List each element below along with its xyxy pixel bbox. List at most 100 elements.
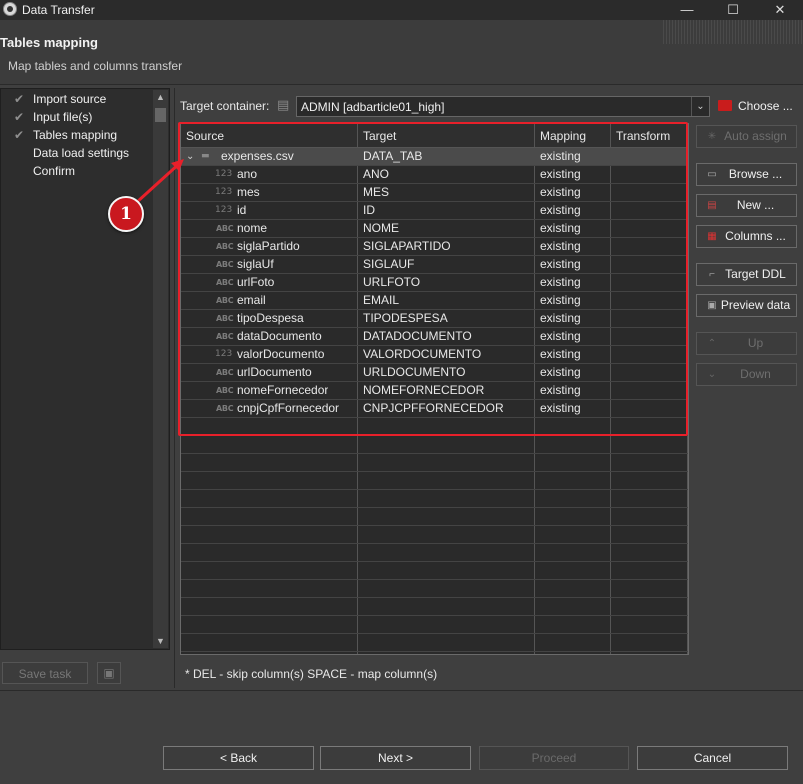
table-row[interactable]: 123 id ID existing — [181, 202, 688, 220]
target-cell: URLFOTO — [363, 275, 421, 289]
target-ddl-button[interactable]: ⌐ Target DDL — [696, 263, 797, 286]
table-icon: ▬ — [201, 151, 210, 161]
mapping-table[interactable]: Source Target Mapping Transform ⌄ ▬ expe… — [180, 123, 689, 655]
table-row[interactable]: ABC siglaPartido SIGLAPARTIDO existing — [181, 238, 688, 256]
source-cell: dataDocumento — [237, 329, 322, 343]
table-row[interactable]: ABC tipoDespesa TIPODESPESA existing — [181, 310, 688, 328]
mapping-cell: existing — [540, 311, 581, 325]
target-cell: ANO — [363, 167, 390, 181]
wizard-header: Tables mapping Map tables and columns tr… — [0, 20, 803, 85]
target-cell: CNPJCPFFORNECEDOR — [363, 401, 504, 415]
table-row[interactable]: ABC email EMAIL existing — [181, 292, 688, 310]
mapping-cell: existing — [540, 365, 581, 379]
table-row[interactable]: 123 mes MES existing — [181, 184, 688, 202]
source-cell: id — [237, 203, 247, 217]
column-header-target[interactable]: Target — [358, 124, 535, 148]
target-container-select[interactable]: ADMIN [adbarticle01_high] ⌄ — [296, 96, 710, 117]
table-row[interactable]: ABC nome NOME existing — [181, 220, 688, 238]
choose-label: Choose ... — [738, 99, 793, 113]
back-label: < Back — [219, 751, 258, 765]
mapping-cell: existing — [540, 329, 581, 343]
mapping-cell: existing — [540, 293, 581, 307]
table-row[interactable]: ABC siglaUf SIGLAUF existing — [181, 256, 688, 274]
table-row[interactable]: ABC cnpjCpfFornecedor CNPJCPFFORNECEDOR exi… — [181, 400, 688, 418]
cancel-label: Cancel — [693, 751, 732, 765]
save-task-button[interactable]: Save task — [2, 662, 88, 684]
mapping-cell: existing — [540, 239, 581, 253]
columns-button[interactable]: ▦ Columns ... — [696, 225, 797, 248]
column-header-transform[interactable]: Transform — [611, 124, 688, 148]
nav-item-label: Confirm — [33, 164, 76, 178]
cancel-button[interactable]: Cancel — [637, 746, 788, 770]
scroll-down-icon[interactable]: ▼ — [153, 634, 168, 648]
empty-row — [181, 526, 688, 544]
table-row[interactable]: ABC urlFoto URLFOTO existing — [181, 274, 688, 292]
nav-item-label: Tables mapping — [33, 128, 118, 142]
table-row[interactable]: 123 valorDocumento VALORDOCUMENTO existing — [181, 346, 688, 364]
empty-row — [181, 580, 688, 598]
database-icon: ▤ — [277, 97, 290, 112]
target-container-label: Target container: — [180, 99, 270, 113]
table-row-parent[interactable]: ⌄ ▬ expenses.csv DATA_TAB existing — [181, 148, 688, 166]
target-cell: URLDOCUMENTO — [363, 365, 466, 379]
text-type-icon: ABC — [216, 224, 234, 233]
target-cell: SIGLAUF — [363, 257, 415, 271]
browse-button[interactable]: ▭ Browse ... — [696, 163, 797, 186]
scroll-up-icon[interactable]: ▲ — [153, 90, 168, 104]
button-label: New ... — [736, 198, 775, 212]
up-button[interactable]: ⌃ Up — [696, 332, 797, 355]
new-button[interactable]: ▤ New ... — [696, 194, 797, 217]
target-cell: NOMEFORNECEDOR — [363, 383, 485, 397]
mapping-cell: existing — [540, 383, 581, 397]
button-label: Auto assign — [724, 129, 787, 143]
back-button[interactable]: < Back — [163, 746, 314, 770]
mapping-cell: existing — [540, 203, 581, 217]
page-title: Tables mapping — [0, 35, 98, 50]
target-cell: EMAIL — [363, 293, 400, 307]
numeric-type-icon: 123 — [215, 205, 233, 215]
proceed-button[interactable]: Proceed — [479, 746, 629, 770]
empty-row — [181, 436, 688, 454]
text-type-icon: ABC — [216, 332, 234, 341]
minimize-button[interactable]: — — [664, 0, 710, 20]
button-label: Columns ... — [725, 229, 786, 243]
next-button[interactable]: Next > — [320, 746, 471, 770]
empty-row — [181, 490, 688, 508]
empty-row — [181, 598, 688, 616]
table-row[interactable]: ABC nomeFornecedor NOMEFORNECEDOR existing — [181, 382, 688, 400]
folder-icon — [718, 100, 732, 111]
mapping-cell: existing — [540, 185, 581, 199]
maximize-button[interactable]: ☐ — [710, 0, 756, 20]
column-header-source[interactable]: Source — [181, 124, 358, 148]
source-cell: valorDocumento — [237, 347, 325, 361]
mapping-cell: existing — [540, 275, 581, 289]
scroll-thumb[interactable] — [155, 108, 166, 122]
table-row[interactable]: ABC urlDocumento URLDOCUMENTO existing — [181, 364, 688, 382]
close-button[interactable]: ✕ — [757, 0, 803, 20]
collapse-chevron-icon[interactable]: ⌄ — [186, 148, 194, 165]
column-header-mapping[interactable]: Mapping — [535, 124, 611, 148]
table-row[interactable]: ABC dataDocumento DATADOCUMENTO existing — [181, 328, 688, 346]
empty-row — [181, 418, 688, 436]
target-cell: MES — [363, 185, 390, 199]
auto-assign-button[interactable]: ✳ Auto assign — [696, 125, 797, 148]
nav-item-label: Import source — [33, 92, 107, 106]
source-cell: tipoDespesa — [237, 311, 304, 325]
empty-row — [181, 562, 688, 580]
button-label: Preview data — [720, 298, 791, 312]
preview-data-button[interactable]: ▣ Preview data — [696, 294, 797, 317]
down-button[interactable]: ⌄ Down — [696, 363, 797, 386]
save-task-icon-button[interactable]: ▣ — [97, 662, 121, 684]
choose-button[interactable]: Choose ... — [716, 97, 800, 115]
nav-item-label: Input file(s) — [33, 110, 93, 124]
target-cell: ID — [363, 203, 375, 217]
source-cell: urlFoto — [237, 275, 275, 289]
nav-scrollbar[interactable]: ▲ ▼ — [153, 90, 168, 648]
next-label: Next > — [377, 751, 413, 765]
source-cell: urlDocumento — [237, 365, 312, 379]
chevron-down-icon[interactable]: ⌄ — [691, 97, 709, 116]
keyboard-hint: * DEL - skip column(s) SPACE - map colum… — [185, 667, 438, 681]
text-type-icon: ABC — [216, 386, 234, 395]
table-row[interactable]: 123 ano ANO existing — [181, 166, 688, 184]
source-cell: cnpjCpfFornecedor — [237, 401, 340, 415]
